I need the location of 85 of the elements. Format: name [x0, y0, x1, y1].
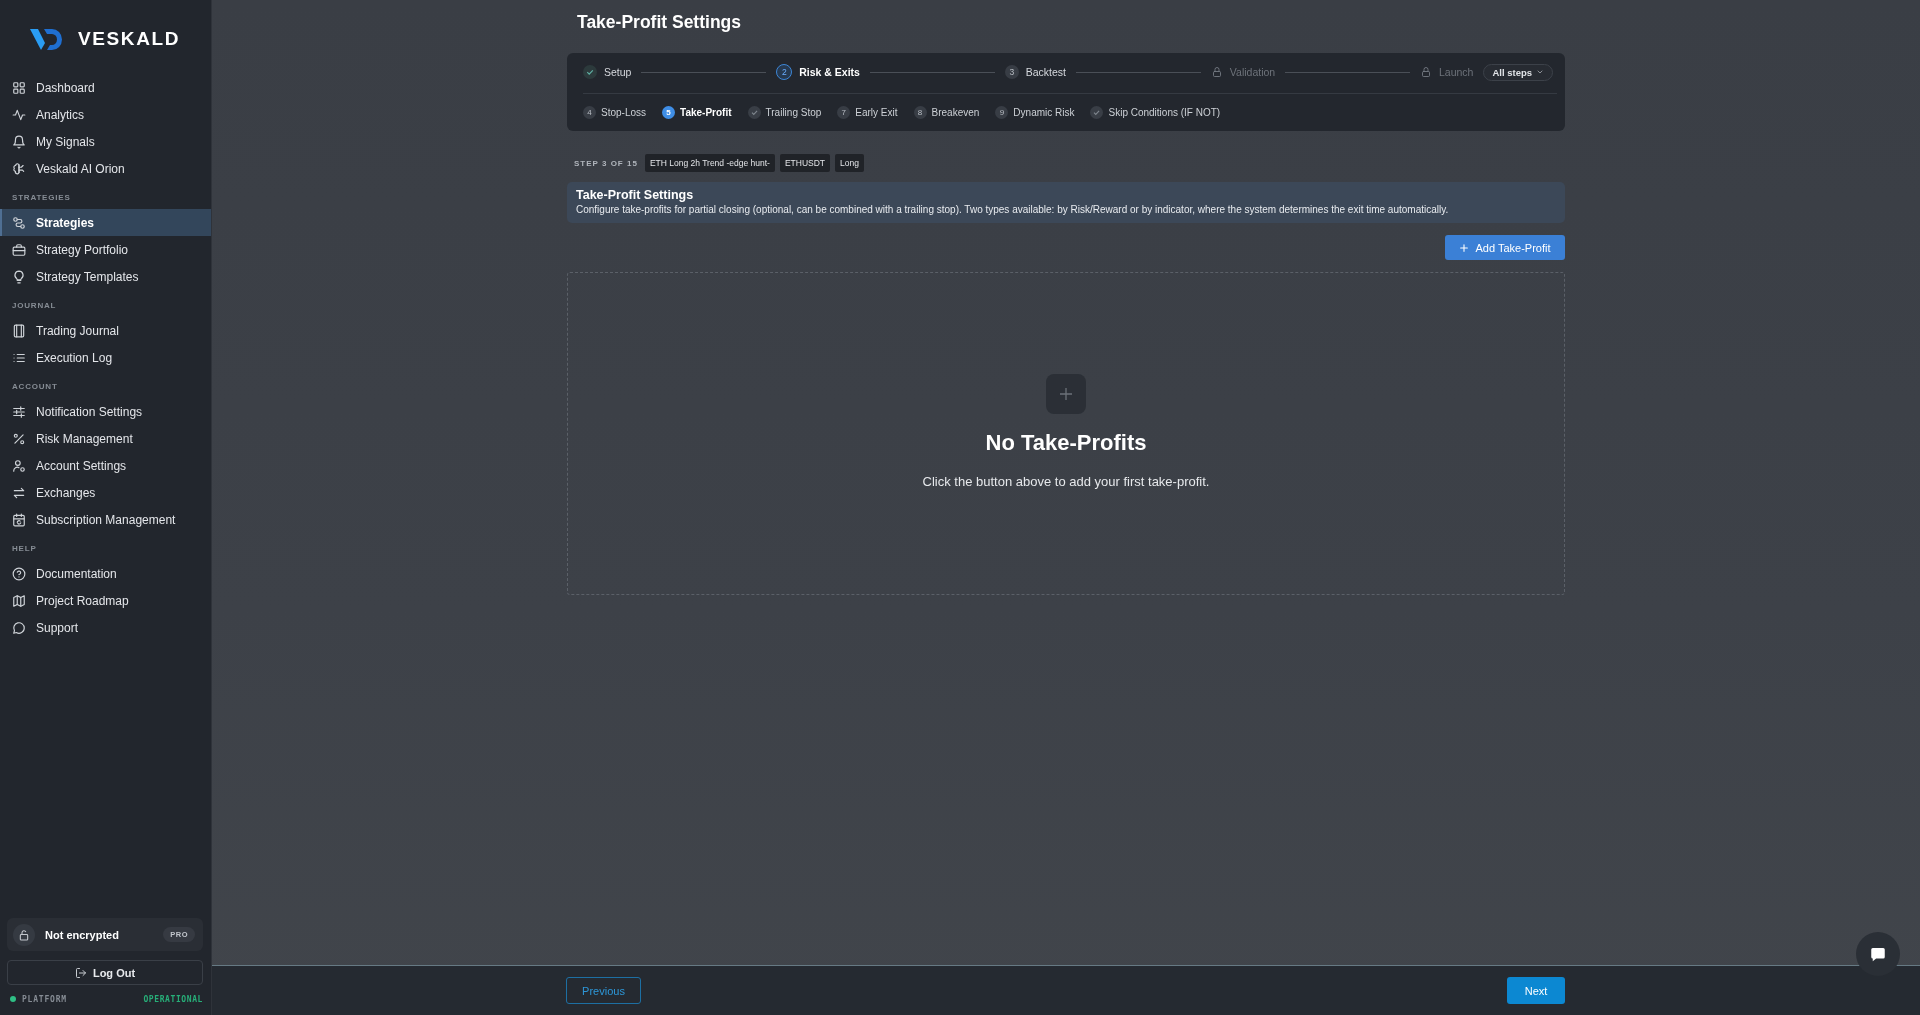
chat-bubble-icon — [12, 620, 26, 635]
sidebar-item[interactable]: Strategies — [0, 209, 211, 236]
sidebar-item[interactable]: Documentation — [0, 560, 211, 587]
sidebar-item[interactable]: Risk Management — [0, 425, 211, 452]
caret-icon — [1536, 68, 1545, 76]
substep-tab[interactable]: 7 Early Exit — [837, 105, 898, 119]
empty-state-title: No Take-Profits — [985, 430, 1147, 456]
nav-section-label: STRATEGIES — [11, 192, 72, 204]
plus-icon — [1459, 242, 1470, 253]
substep-tab[interactable]: 8 Breakeven — [913, 105, 980, 119]
previous-button[interactable]: Previous — [566, 977, 641, 1004]
chat-button[interactable] — [1856, 932, 1900, 976]
sidebar-item[interactable]: Strategy Templates — [0, 263, 211, 290]
logo-text: VESKALD — [78, 27, 180, 51]
nav-section-label: JOURNAL — [11, 300, 58, 312]
sidebar-item[interactable]: Support — [0, 614, 211, 641]
sidebar-item[interactable]: Dashboard — [0, 74, 211, 101]
step-number: 8 — [913, 105, 927, 119]
substep-tab[interactable]: 5 Take-Profit — [662, 105, 732, 119]
platform-label: PLATFORM — [22, 994, 67, 1004]
nav-section-label: HELP — [11, 543, 38, 555]
grid-icon — [12, 80, 26, 95]
status-dot-icon — [10, 996, 16, 1002]
all-steps-dropdown[interactable]: All steps — [1483, 63, 1554, 81]
logo-icon — [30, 26, 63, 52]
sidebar-item[interactable]: Subscription Management — [0, 506, 211, 533]
stepper-step[interactable]: Setup — [583, 65, 632, 79]
step-number: 9 — [995, 105, 1009, 119]
sidebar-item[interactable]: My Signals — [0, 128, 211, 155]
step-number: 5 — [662, 105, 676, 119]
sidebar-item[interactable]: Execution Log — [0, 344, 211, 371]
sidebar-item[interactable]: Strategy Portfolio — [0, 236, 211, 263]
step-number: 3 — [1004, 65, 1019, 79]
platform-status: OPERATIONAL — [143, 994, 203, 1004]
sidebar-item[interactable]: Account Settings — [0, 452, 211, 479]
strategy-tag: Long — [835, 154, 864, 172]
sidebar-item[interactable]: Veskald AI Orion — [0, 155, 211, 182]
calendar-icon — [12, 512, 26, 527]
sidebar-item[interactable]: Trading Journal — [0, 317, 211, 344]
check-circle-icon — [747, 105, 761, 119]
step-number: 4 — [583, 105, 596, 119]
lock-icon — [13, 923, 35, 946]
stepper-step[interactable]: 3 Backtest — [1004, 65, 1067, 79]
help-icon — [12, 566, 26, 581]
step-number: 7 — [837, 105, 851, 119]
strategy-tag: ETHUSDT — [779, 154, 831, 172]
substep-tab[interactable]: Trailing Stop — [747, 105, 822, 119]
route-icon — [12, 215, 26, 230]
percent-icon — [12, 431, 26, 446]
sidebar-item[interactable]: Notification Settings — [0, 398, 211, 425]
chat-icon — [1869, 945, 1887, 963]
log-out-icon — [74, 966, 87, 979]
next-button[interactable]: Next — [1507, 977, 1565, 1004]
nav-section-label: ACCOUNT — [11, 381, 59, 393]
bell-icon — [12, 134, 26, 149]
empty-state-message: Click the button above to add your first take-profit. — [922, 473, 1210, 491]
substep-tab[interactable]: Skip Conditions (IF NOT) — [1090, 105, 1221, 119]
log-out-button[interactable]: Log Out — [7, 960, 203, 985]
briefcase-icon — [12, 242, 26, 257]
page-title: Take-Profit Settings — [577, 12, 742, 32]
step-counter: STEP 3 OF 15 — [574, 158, 638, 168]
substep-tab[interactable]: 4 Stop-Loss — [583, 105, 647, 119]
user-icon — [12, 458, 26, 473]
encryption-status: Not encrypted — [45, 928, 120, 941]
check-circle-icon — [583, 65, 597, 79]
add-take-profit-button[interactable]: Add Take-Profit — [1445, 235, 1565, 260]
plus-icon — [1046, 374, 1086, 414]
sliders-icon — [12, 404, 26, 419]
sidebar-item[interactable]: Exchanges — [0, 479, 211, 506]
sidebar-item[interactable]: Project Roadmap — [0, 587, 211, 614]
banner-title: Take-Profit Settings — [576, 188, 695, 203]
pulse-icon — [12, 107, 26, 122]
lightbulb-icon — [12, 269, 26, 284]
lock-icon — [1210, 66, 1223, 78]
notebook-icon — [12, 323, 26, 338]
brain-icon — [12, 161, 26, 176]
map-icon — [12, 593, 26, 608]
stepper-step[interactable]: 2 Risk & Exits — [776, 64, 860, 80]
lock-icon — [1419, 66, 1432, 78]
substep-tab[interactable]: 9 Dynamic Risk — [995, 105, 1075, 119]
sidebar-item[interactable]: Analytics — [0, 101, 211, 128]
banner-description: Configure take-profits for partial closing (optional, can be combined with a trailing stop). Two types available: by Risk/Reward or by indicator, where the system determines the exit time automatically. — [576, 203, 1450, 216]
strategy-tag: ETH Long 2h Trend -edge hunt- — [644, 154, 775, 172]
step-number: 2 — [776, 64, 793, 80]
check-circle-icon — [1090, 105, 1104, 119]
